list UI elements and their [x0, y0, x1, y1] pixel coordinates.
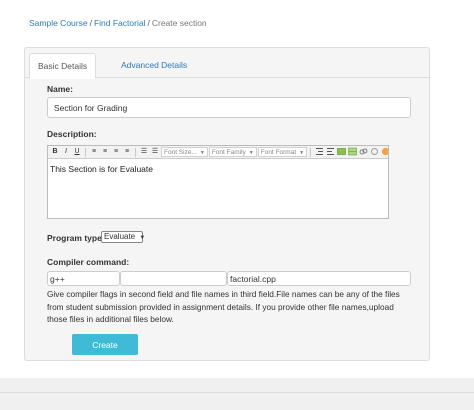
chevron-down-icon: ▼ [199, 150, 205, 156]
link-icon[interactable] [358, 147, 368, 157]
tab-bar: Basic Details Advanced Details [25, 48, 429, 79]
program-type-select[interactable]: Evaluate ▼ [101, 231, 146, 243]
create-section-panel: Basic Details Advanced Details Name: Des… [24, 47, 430, 361]
font-format-select[interactable]: Font Format ▼ [257, 147, 308, 157]
numbered-list-icon[interactable]: ☰ [150, 147, 160, 157]
italic-button[interactable]: I [61, 147, 71, 157]
align-right-icon[interactable]: ≡ [111, 147, 121, 157]
file-names-field[interactable] [227, 271, 411, 286]
image-icon[interactable] [336, 147, 346, 157]
name-label: Name: [47, 84, 73, 94]
font-format-label: Font Format [260, 149, 297, 156]
compiler-help-text: Give compiler flags in second field and … [47, 289, 400, 324]
chevron-down-icon: ▼ [248, 150, 254, 156]
description-label: Description: [47, 129, 97, 139]
breadcrumb-separator: / [89, 18, 92, 28]
main-content: Sample Course / Find Factorial / Create sect… [0, 0, 474, 378]
tab-basic-details[interactable]: Basic Details [29, 53, 97, 79]
editor-toolbar: B I U ≡ ≡ ≡ ≡ ☰ ☰ Font Size... ▼ Font Fam… [48, 146, 388, 159]
toolbar-divider [310, 147, 312, 157]
toolbar-divider [135, 147, 136, 157]
chevron-down-icon: ▼ [139, 235, 146, 241]
compiler-field[interactable] [47, 271, 120, 286]
unlink-icon[interactable] [369, 147, 379, 157]
align-center-icon[interactable]: ≡ [100, 147, 110, 157]
breadcrumb-separator: / [147, 18, 150, 28]
chevron-down-icon: ▼ [299, 150, 305, 156]
font-family-select[interactable]: Font Family ▼ [208, 147, 257, 157]
breadcrumb-course-link[interactable]: Sample Course [29, 18, 88, 28]
program-type-label: Program type: [47, 233, 105, 243]
name-field[interactable] [47, 97, 411, 118]
indent-icon[interactable] [325, 147, 335, 157]
breadcrumb-assignment-link[interactable]: Find Factorial [94, 18, 146, 28]
align-left-icon[interactable]: ≡ [89, 147, 99, 157]
font-size-select[interactable]: Font Size... ▼ [161, 147, 208, 157]
font-family-label: Font Family [211, 149, 246, 156]
compiler-command-label: Compiler command: [47, 257, 130, 267]
align-justify-icon[interactable]: ≡ [122, 147, 132, 157]
create-button[interactable]: Create [72, 334, 138, 355]
program-type-value: Evaluate [104, 232, 136, 241]
description-editor[interactable]: B I U ≡ ≡ ≡ ≡ ☰ ☰ Font Size... ▼ Font Fam… [47, 145, 389, 219]
breadcrumb-current: Create section [151, 18, 207, 28]
tab-advanced-details[interactable]: Advanced Details [113, 53, 195, 79]
help-icon[interactable] [380, 147, 388, 157]
description-text: This Section is for Evaluate [50, 164, 153, 174]
bold-button[interactable]: B [50, 147, 60, 157]
font-size-label: Font Size... [164, 149, 197, 156]
underline-button[interactable]: U [72, 147, 82, 157]
breadcrumb: Sample Course / Find Factorial / Create sect… [29, 18, 207, 28]
toolbar-divider [85, 147, 86, 157]
outdent-icon[interactable] [314, 147, 324, 157]
compiler-flags-field[interactable] [120, 271, 227, 286]
bullet-list-icon[interactable]: ☰ [139, 147, 149, 157]
table-icon[interactable] [347, 147, 357, 157]
footer-divider [0, 392, 474, 393]
